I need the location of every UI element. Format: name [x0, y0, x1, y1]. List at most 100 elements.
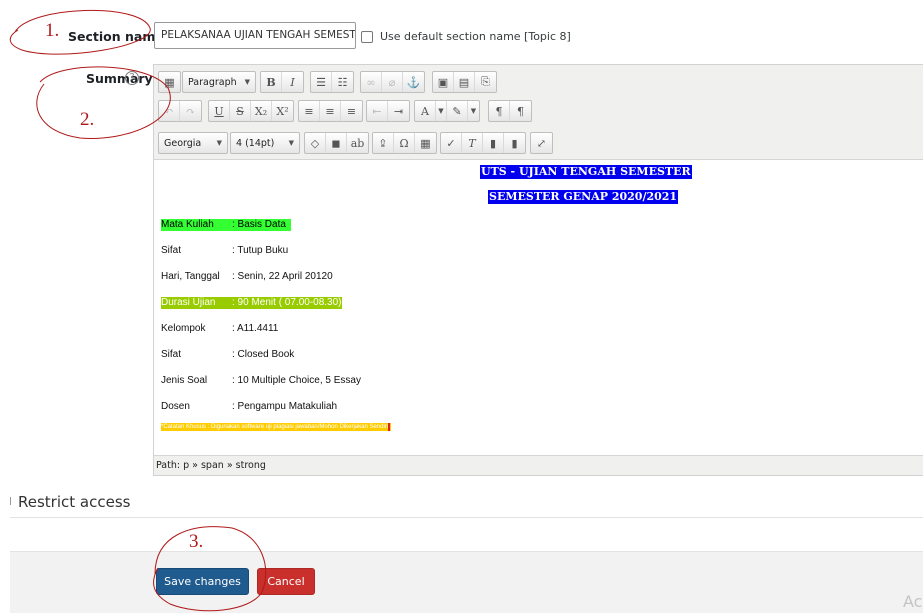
- chevron-down-icon: ▼: [216, 139, 222, 147]
- toolbar-group-history: ↶ ↷: [158, 100, 202, 122]
- unlink-icon[interactable]: ⌀: [382, 72, 403, 92]
- restrict-access-heading[interactable]: Restrict access: [18, 493, 130, 511]
- content-row-key: Dosen: [161, 401, 190, 412]
- format-select-value: Paragraph: [188, 76, 237, 88]
- anchor-icon[interactable]: ⚓: [403, 72, 424, 92]
- annotation-label-3: 3.: [189, 531, 204, 552]
- content-note: *Catatan Khusus : Digunakan software uji…: [161, 423, 392, 431]
- paste-word-icon[interactable]: ▮: [504, 133, 525, 153]
- content-row-kelompok: Kelompok: A11.4411: [161, 323, 278, 335]
- find-icon[interactable]: ◼: [326, 133, 347, 153]
- chevron-down-icon[interactable]: ▼: [468, 101, 479, 121]
- clear-format-icon[interactable]: T: [462, 133, 483, 153]
- save-changes-button[interactable]: Save changes: [156, 568, 249, 595]
- code-icon[interactable]: ◇: [305, 133, 326, 153]
- bullet-list-icon[interactable]: ☰: [311, 72, 332, 92]
- underline-icon[interactable]: U: [209, 101, 230, 121]
- content-row-key: Kelompok: [161, 323, 206, 334]
- text-color-icon[interactable]: A: [415, 101, 436, 121]
- toolbar-group-style: B I: [260, 71, 304, 93]
- editor-content[interactable]: UTS - UJIAN TENGAH SEMESTER SEMESTER GEN…: [154, 161, 923, 455]
- superscript-icon[interactable]: X²: [272, 101, 293, 121]
- content-note-text: *Catatan Khusus : Digunakan software uji…: [161, 424, 389, 430]
- content-row-mata-kuliah: Mata Kuliah : Basis Data: [161, 219, 292, 231]
- special-char-icon[interactable]: Ω: [394, 133, 415, 153]
- use-default-checkbox[interactable]: [361, 31, 373, 43]
- toolbar-group-text: U S X₂ X²: [208, 100, 294, 122]
- content-row-jenis-soal: Jenis Soal : 10 Multiple Choice, 5 Essay: [161, 375, 361, 387]
- cursor-marker: [388, 423, 391, 431]
- italic-icon[interactable]: I: [282, 72, 303, 92]
- content-row-key: Sifat: [161, 245, 182, 256]
- cancel-button[interactable]: Cancel: [257, 568, 315, 595]
- content-row-value: : Tutup Buku: [232, 245, 289, 256]
- help-icon[interactable]: ?: [125, 71, 139, 85]
- table-icon[interactable]: ▦: [415, 133, 436, 153]
- content-row-hari-tanggal: Hari, Tanggal : Senin, 22 April 20120: [161, 271, 333, 283]
- content-row-durasi-ujian: Durasi Ujian : 90 Menit ( 07.00-08.30): [161, 297, 342, 309]
- indent-icon[interactable]: ⇥: [388, 101, 409, 121]
- toolbar-group-links: ∞ ⌀ ⚓: [360, 71, 425, 93]
- toolbar-group-indent: ⇤ ⇥: [366, 100, 410, 122]
- image-icon[interactable]: ▣: [433, 72, 454, 92]
- content-row-value: : Senin, 22 April 20120: [232, 271, 333, 282]
- font-family-value: Georgia: [164, 137, 202, 149]
- outdent-icon[interactable]: ⇤: [367, 101, 388, 121]
- undo-icon[interactable]: ↶: [159, 101, 180, 121]
- chevron-down-icon[interactable]: ▼: [436, 101, 447, 121]
- toolbar-group-tools: ◇ ◼ ab: [304, 132, 369, 154]
- content-row-value: : 10 Multiple Choice, 5 Essay: [232, 375, 361, 386]
- subscript-icon[interactable]: X₂: [251, 101, 272, 121]
- chevron-down-icon: ▼: [244, 78, 250, 86]
- paste-text-icon[interactable]: ▮: [483, 133, 504, 153]
- chevron-down-icon: ▼: [288, 139, 294, 147]
- content-row-value: : Pengampu Matakuliah: [232, 401, 338, 412]
- toolbar-group-lists: ☰ ☷: [310, 71, 354, 93]
- strikethrough-icon[interactable]: S: [230, 101, 251, 121]
- align-left-icon[interactable]: ≡: [299, 101, 320, 121]
- rtl-icon[interactable]: ¶: [510, 101, 531, 121]
- redo-icon[interactable]: ↷: [180, 101, 201, 121]
- upload-icon[interactable]: ⇪: [373, 133, 394, 153]
- section-name-label: Section name: [68, 29, 164, 44]
- summary-editor[interactable]: ▦ Paragraph ▼ B I ☰ ☷ ∞ ⌀ ⚓ ▣ ▤ ⎘ ↶ ↷ U: [153, 64, 923, 476]
- align-center-icon[interactable]: ≡: [320, 101, 341, 121]
- content-heading-2: SEMESTER GENAP 2020/2021: [488, 190, 679, 204]
- fullscreen-icon[interactable]: ⤢: [531, 133, 552, 153]
- font-size-select[interactable]: 4 (14pt) ▼: [230, 132, 300, 154]
- content-heading-1: UTS - UJIAN TENGAH SEMESTER: [480, 165, 692, 179]
- toolbar-group-colors: A ▼ ✎ ▼: [414, 100, 480, 122]
- content-row-key: Mata Kuliah: [161, 219, 214, 230]
- toolbar-group-toggle: ▦: [158, 71, 181, 93]
- numbered-list-icon[interactable]: ☷: [332, 72, 353, 92]
- clean-icon[interactable]: ✓: [441, 133, 462, 153]
- toolbar-group-media: ▣ ▤ ⎘: [432, 71, 497, 93]
- paste-icon[interactable]: ⎘: [475, 72, 496, 92]
- background-color-icon[interactable]: ✎: [447, 101, 468, 121]
- media-icon[interactable]: ▤: [454, 72, 475, 92]
- content-row-value: : Closed Book: [232, 349, 295, 360]
- form-footer: [10, 551, 923, 613]
- replace-icon[interactable]: ab: [347, 133, 368, 153]
- content-row-key: Durasi Ujian: [161, 297, 216, 308]
- section-name-input[interactable]: PELAKSANAA UJIAN TENGAH SEMESTER: [154, 22, 356, 49]
- summary-label: Summary: [86, 71, 153, 86]
- content-row-value: : 90 Menit ( 07.00-08.30): [232, 297, 342, 308]
- content-row-key: Hari, Tanggal: [161, 271, 220, 282]
- annotation-label-2: 2.: [80, 109, 95, 130]
- bold-icon[interactable]: B: [261, 72, 282, 92]
- editor-path-bar: Path: p » span » strong: [154, 455, 923, 475]
- font-family-select[interactable]: Georgia ▼: [158, 132, 228, 154]
- collapse-marker-icon[interactable]: [10, 497, 13, 505]
- ltr-icon[interactable]: ¶: [489, 101, 510, 121]
- grid-icon[interactable]: ▦: [159, 72, 180, 92]
- content-row-key: Jenis Soal: [161, 375, 208, 386]
- toolbar-group-clean: ✓ T ▮ ▮: [440, 132, 526, 154]
- font-size-value: 4 (14pt): [236, 137, 275, 149]
- editor-toolbar: ▦ Paragraph ▼ B I ☰ ☷ ∞ ⌀ ⚓ ▣ ▤ ⎘ ↶ ↷ U: [154, 65, 923, 160]
- format-select[interactable]: Paragraph ▼: [182, 71, 256, 93]
- use-default-label[interactable]: Use default section name [Topic 8]: [380, 30, 571, 43]
- align-right-icon[interactable]: ≡: [341, 101, 362, 121]
- link-icon[interactable]: ∞: [361, 72, 382, 92]
- content-row-value: : Basis Data: [232, 219, 286, 230]
